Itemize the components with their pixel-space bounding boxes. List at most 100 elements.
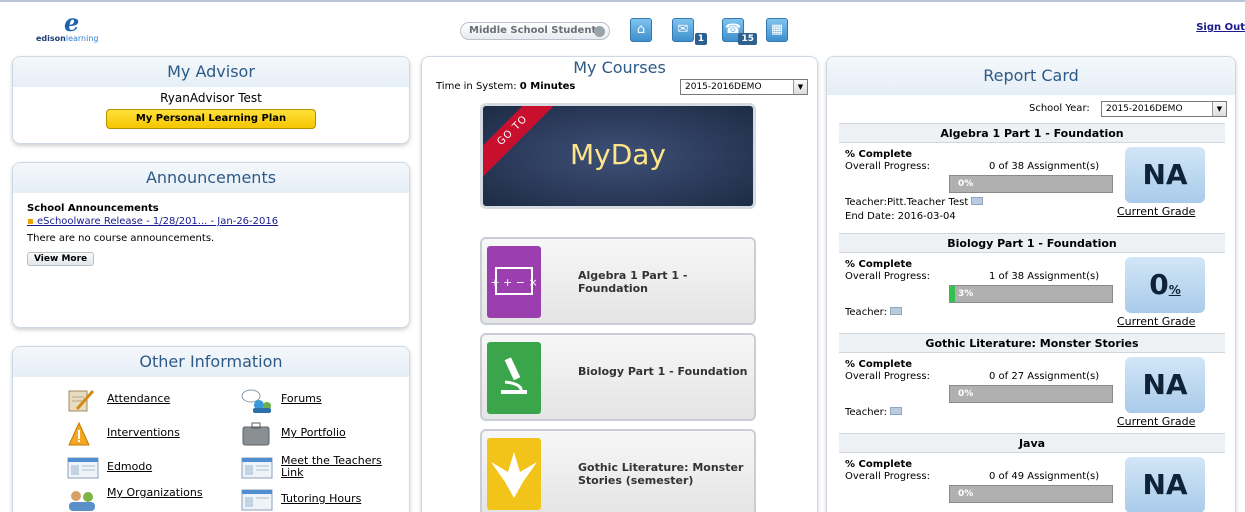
meet-the-teachers-link[interactable]: Meet the Teachers Link (241, 455, 405, 485)
progress-text: 0% (958, 179, 974, 189)
overall-progress-label: Overall Progress: (845, 161, 930, 172)
forums-link[interactable]: Forums (241, 387, 401, 415)
grade-badge: NA (1125, 457, 1205, 512)
microscope-icon (487, 342, 541, 414)
percent-complete-label: % Complete (845, 259, 913, 270)
percent-complete-label: % Complete (845, 459, 913, 470)
inbox-icon[interactable]: ✉ 1 (672, 18, 707, 45)
report-card-course: Algebra 1 Part 1 - Foundation % Complete O… (839, 123, 1225, 227)
report-course-title: Java (839, 433, 1225, 453)
grade-badge: NA (1125, 147, 1205, 203)
phoenix-icon (487, 438, 541, 510)
assignment-count: 0 of 27 Assignment(s) (989, 371, 1100, 382)
course-card-algebra[interactable]: + + − × Algebra 1 Part 1 - Foundation (480, 237, 756, 325)
end-date: End Date: 2016-03-04 (845, 211, 956, 222)
other-information-title: Other Information (13, 347, 409, 377)
course-year-select[interactable]: 2015-2016DEMO ▼ (680, 79, 808, 95)
calendar-icon[interactable]: ▦ (766, 18, 788, 42)
teacher-info: Teacher: (845, 307, 902, 318)
myday-button[interactable]: GO TO MyDay (480, 103, 756, 209)
top-bar: e edisonlearning Middle School Student ⌂… (0, 0, 1245, 50)
interventions-link[interactable]: Interventions (67, 421, 227, 449)
school-year-select[interactable]: 2015-2016DEMO ▼ (1101, 101, 1227, 117)
report-card-course: Biology Part 1 - Foundation % Complete Ove… (839, 233, 1225, 337)
personal-learning-plan-button[interactable]: My Personal Learning Plan (106, 109, 316, 129)
organizations-icon (67, 487, 95, 511)
assignment-count: 0 of 49 Assignment(s) (989, 471, 1100, 482)
progress-text: 3% (958, 289, 974, 299)
forums-icon (241, 387, 271, 413)
assignment-count: 1 of 38 Assignment(s) (989, 271, 1100, 282)
report-course-title: Gothic Literature: Monster Stories (839, 333, 1225, 353)
my-courses-title: My Courses (573, 58, 666, 77)
view-more-button[interactable]: View More (27, 252, 95, 266)
logo-mark: e (64, 8, 80, 37)
progress-bar: 0% (949, 485, 1113, 503)
tutoring-hours-link[interactable]: Tutoring Hours (241, 487, 401, 512)
user-role-pill[interactable]: Middle School Student (460, 22, 610, 40)
report-card-panel: Report Card School Year: 2015-2016DEMO ▼ … (826, 56, 1236, 512)
progress-text: 0% (958, 489, 974, 499)
tutoring-icon (241, 487, 273, 511)
current-grade-link[interactable]: Current Grade (1117, 415, 1195, 428)
chevron-down-icon: ▼ (1212, 102, 1226, 116)
progress-bar: 0% (949, 385, 1113, 403)
course-card-gothic-literature[interactable]: Gothic Literature: Monster Stories (seme… (480, 429, 756, 512)
advisor-name: RyanAdvisor Test (160, 91, 262, 105)
attendance-link[interactable]: Attendance (67, 387, 227, 415)
current-grade-link[interactable]: Current Grade (1117, 315, 1195, 328)
notification-icon[interactable]: ☎ 15 (722, 18, 757, 45)
edison-learning-logo[interactable]: e edisonlearning (36, 8, 126, 46)
my-organizations-link[interactable]: My Organizations (67, 487, 227, 512)
announcement-link[interactable]: ▪ eSchoolware Release - 1/28/201... - Ja… (27, 216, 395, 227)
assignment-count: 0 of 38 Assignment(s) (989, 161, 1100, 172)
time-in-system: Time in System: 0 Minutes (436, 81, 576, 92)
myday-label: MyDay (569, 138, 667, 171)
current-grade-link[interactable]: Current Grade (1117, 205, 1195, 218)
logo-wordmark: edisonlearning (36, 34, 99, 43)
report-card-title: Report Card (827, 57, 1235, 95)
grade-badge: 0% (1125, 257, 1205, 313)
portfolio-icon (241, 421, 270, 446)
course-card-biology[interactable]: Biology Part 1 - Foundation (480, 333, 756, 421)
math-icon: + + − × (487, 246, 541, 318)
report-course-title: Biology Part 1 - Foundation (839, 233, 1225, 253)
announcements-title: Announcements (13, 163, 409, 193)
meet-teachers-icon (241, 455, 273, 479)
percent-complete-label: % Complete (845, 149, 913, 160)
report-card-course: Gothic Literature: Monster Stories % Comp… (839, 333, 1225, 437)
course-name: Algebra 1 Part 1 - Foundation (578, 269, 688, 295)
notification-count-badge: 15 (738, 33, 757, 45)
progress-bar: 3% (949, 285, 1113, 303)
inbox-count-badge: 1 (694, 33, 707, 45)
edmodo-link[interactable]: Edmodo (67, 455, 227, 483)
interventions-icon (67, 421, 95, 446)
percent-complete-label: % Complete (845, 359, 913, 370)
advisor-title: My Advisor (13, 57, 409, 87)
home-icon[interactable]: ⌂ (630, 18, 652, 42)
school-announcements-heading: School Announcements (27, 203, 159, 214)
no-course-announcements-text: There are no course announcements. (27, 233, 215, 244)
attendance-icon (67, 387, 95, 412)
school-year-label: School Year: (1029, 103, 1090, 114)
my-courses-panel: My Courses Time in System: 0 Minutes 201… (421, 56, 818, 512)
mail-icon[interactable] (889, 407, 902, 415)
my-portfolio-link[interactable]: My Portfolio (241, 421, 401, 449)
sign-out-link[interactable]: Sign Out (1196, 22, 1245, 33)
advisor-panel: My Advisor RyanAdvisor Test My Personal … (12, 56, 410, 144)
mail-icon[interactable] (971, 197, 984, 205)
mail-icon[interactable] (889, 307, 902, 315)
progress-text: 0% (958, 389, 974, 399)
chevron-down-icon: ▼ (793, 80, 807, 94)
report-course-title: Algebra 1 Part 1 - Foundation (839, 123, 1225, 143)
course-name: Biology Part 1 - Foundation (578, 365, 748, 378)
progress-fill (950, 286, 955, 302)
course-name: Gothic Literature: Monster Stories (seme… (578, 461, 744, 487)
user-icon (594, 26, 605, 37)
edmodo-icon (67, 455, 99, 479)
grade-badge: NA (1125, 357, 1205, 413)
progress-bar: 0% (949, 175, 1113, 193)
overall-progress-label: Overall Progress: (845, 471, 930, 482)
report-card-course: Java % Complete Overall Progress: 0 of 49 A… (839, 433, 1225, 512)
svg-text:+ + − ×: + + − × (490, 276, 537, 289)
